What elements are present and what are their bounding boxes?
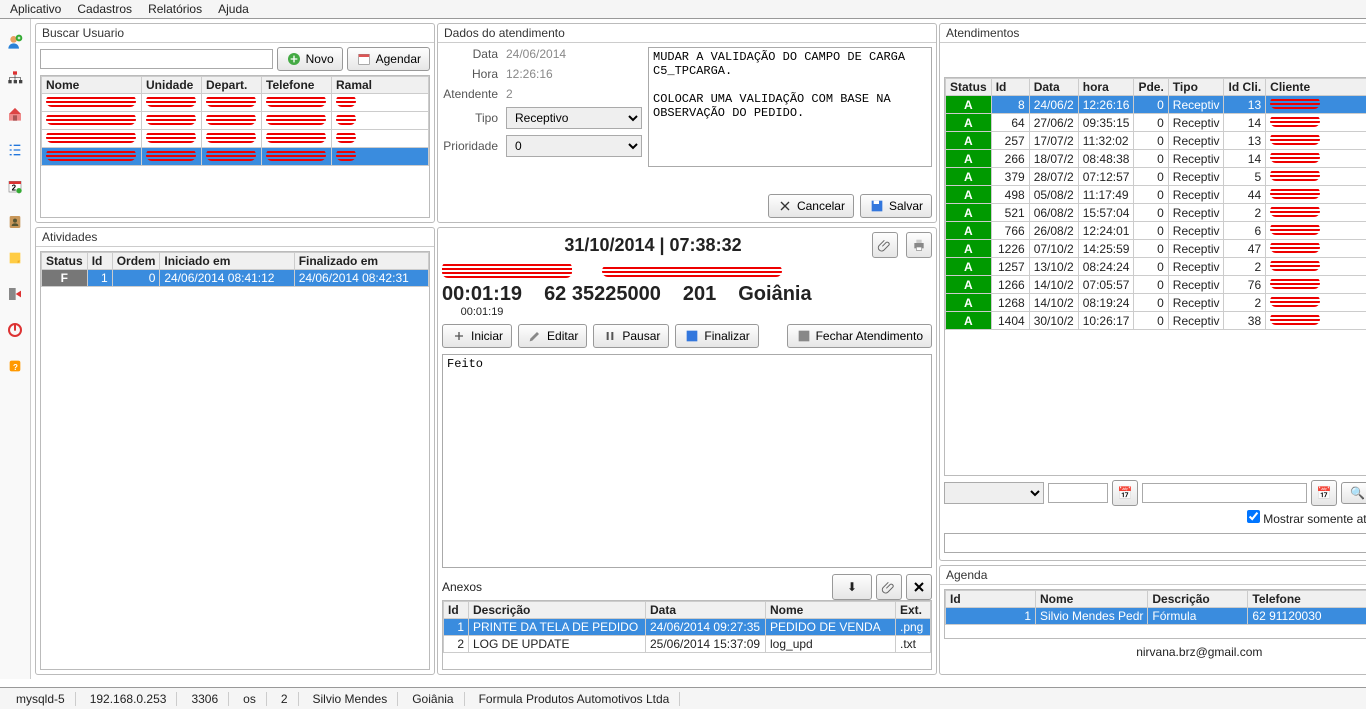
print-icon[interactable] (906, 232, 932, 258)
dados-atendente: 2 (506, 87, 513, 101)
org-icon[interactable] (0, 63, 30, 93)
finalizar-button[interactable]: Finalizar (675, 324, 758, 348)
filter-input[interactable] (1048, 483, 1108, 503)
add-input[interactable] (944, 533, 1366, 553)
atendimentos-table[interactable]: Status Id Data hora Pde. Tipo Id Cli. Cl… (944, 77, 1366, 476)
atividades-panel: Atividades Status Id Ordem Iniciado em F… (35, 227, 435, 675)
menu-relatorios[interactable]: Relatórios (148, 2, 202, 16)
contact-name (442, 262, 572, 283)
agenda-table[interactable]: Id Nome Descrição Telefone 1 Silvio Mend… (944, 589, 1366, 639)
home-icon[interactable] (0, 99, 30, 129)
user-table[interactable]: Nome Unidade Depart. Telefone Ramal (40, 75, 430, 218)
cal-icon[interactable]: 📅 (1112, 480, 1138, 506)
atendimentos-panel: Atendimentos Status Id Data hora Pde. Ti… (939, 23, 1366, 561)
editar-button[interactable]: Editar (518, 324, 587, 348)
sidebar: 2 ? (0, 19, 31, 679)
anexos-table[interactable]: Id Descrição Data Nome Ext. 1PRINTE DA T… (442, 600, 932, 670)
calendar-icon[interactable]: 2 (0, 171, 30, 201)
agendar-button[interactable]: Agendar (347, 47, 430, 71)
dados-data: 24/06/2014 (506, 47, 566, 61)
contact-icon[interactable] (0, 207, 30, 237)
prio-select[interactable]: 0 (506, 135, 642, 157)
note-icon[interactable] (0, 243, 30, 273)
filter-input2[interactable] (1142, 483, 1307, 503)
cal2-icon[interactable]: 📅 (1311, 480, 1337, 506)
help-icon[interactable]: ? (0, 351, 30, 381)
extension: 201 (683, 283, 716, 306)
anexos-title: Anexos (442, 580, 828, 594)
user-add-icon[interactable] (0, 27, 30, 57)
menubar: Aplicativo Cadastros Relatórios Ajuda (0, 0, 1366, 19)
checkbox-label[interactable]: Mostrar somente atividades Abertas (1247, 510, 1366, 526)
atividades-table[interactable]: Status Id Ordem Iniciado em Finalizado e… (40, 251, 430, 670)
dados-notes[interactable]: MUDAR A VALIDAÇÃO DO CAMPO DE CARGA C5_T… (648, 47, 932, 167)
dados-hora: 12:26:16 (506, 67, 553, 81)
attach2-icon[interactable] (876, 574, 902, 600)
pausar-button[interactable]: Pausar (593, 324, 669, 348)
menu-cadastros[interactable]: Cadastros (77, 2, 132, 16)
panel-title: Buscar Usuario (36, 24, 434, 43)
main-textarea[interactable]: Feito (442, 354, 932, 568)
tipo-select[interactable]: Receptivo (506, 107, 642, 129)
buscar-button[interactable]: 🔍 Buscar... (1341, 482, 1366, 504)
delete-icon[interactable] (906, 574, 932, 600)
download-icon[interactable]: ⬇ (832, 574, 872, 600)
cancelar-button[interactable]: Cancelar (768, 194, 854, 218)
svg-text:2: 2 (12, 184, 17, 193)
city: Goiânia (738, 283, 811, 306)
iniciar-button[interactable]: Iniciar (442, 324, 512, 348)
menu-ajuda[interactable]: Ajuda (218, 2, 249, 16)
dados-panel: Dados do atendimento Data24/06/2014 Hora… (437, 23, 937, 223)
svg-text:?: ? (13, 363, 18, 372)
buscar-usuario-panel: Buscar Usuario Novo Agendar Nome Unidade… (35, 23, 435, 223)
abertas-checkbox[interactable] (1247, 510, 1260, 523)
novo-button[interactable]: Novo (277, 47, 343, 71)
timer: 00:01:19 (442, 283, 522, 306)
filter-select[interactable] (944, 482, 1044, 504)
call-panel: 31/10/2014 | 07:38:32 00:01:19 00:01:19 … (437, 227, 937, 675)
statusbar: mysqld-5 192.168.0.253 3306 os 2 Silvio … (0, 687, 1366, 709)
contact-email (602, 265, 782, 280)
power-icon[interactable] (0, 315, 30, 345)
phone: 62 35225000 (544, 283, 661, 306)
menu-aplicativo[interactable]: Aplicativo (10, 2, 61, 16)
current-datetime: 31/10/2014 | 07:38:32 (442, 235, 864, 256)
list-icon[interactable] (0, 135, 30, 165)
attach-icon[interactable] (872, 232, 898, 258)
agenda-panel: Agenda Id Nome Descrição Telefone 1 Silv… (939, 565, 1366, 675)
agenda-email: nirvana.brz@gmail.com (944, 645, 1366, 659)
salvar-button[interactable]: Salvar (860, 194, 932, 218)
fechar-button[interactable]: Fechar Atendimento (787, 324, 932, 348)
search-input[interactable] (40, 49, 273, 69)
exit-icon[interactable] (0, 279, 30, 309)
